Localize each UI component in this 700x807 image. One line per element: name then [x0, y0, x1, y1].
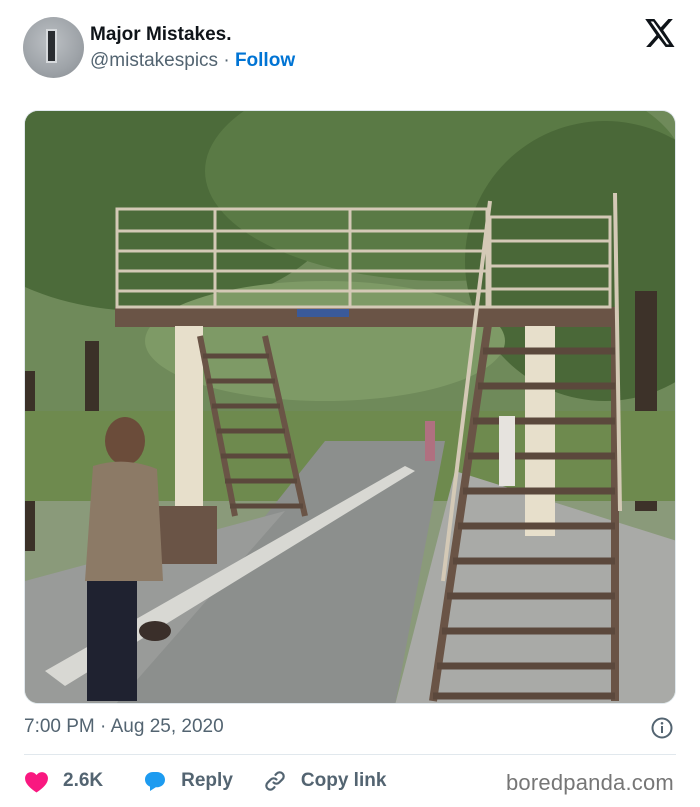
post-header: Major Mistakes. @mistakespics · Follow [0, 0, 700, 100]
meta-separator: · [100, 716, 107, 737]
author-handle[interactable]: @mistakespics [90, 50, 218, 71]
avatar-door-shape [46, 29, 57, 63]
source-watermark: boredpanda.com [506, 770, 674, 795]
handle-separator: · [223, 50, 230, 71]
x-logo-icon[interactable] [645, 19, 676, 47]
copy-link-label: Copy link [300, 770, 387, 791]
reply-label: Reply [181, 770, 233, 791]
post-timestamp[interactable]: 7:00 PM · Aug 25, 2020 [24, 716, 224, 738]
info-icon[interactable] [650, 716, 674, 740]
reply-bubble-icon [145, 772, 166, 791]
post-time: 7:00 PM [24, 716, 95, 737]
heart-icon [25, 771, 48, 793]
author-name[interactable]: Major Mistakes. [90, 24, 232, 46]
follow-button[interactable]: Follow [235, 50, 295, 71]
author-handle-row: @mistakespics · Follow [90, 50, 295, 72]
action-bar: 2.6K Reply Copy link [24, 766, 386, 796]
reply-button[interactable]: Reply [143, 769, 233, 793]
like-button[interactable]: 2.6K [24, 770, 103, 793]
likes-count: 2.6K [63, 770, 104, 791]
photo-overpass-stairs [25, 111, 675, 703]
divider [24, 754, 676, 755]
copy-link-button[interactable]: Copy link [263, 769, 387, 793]
post-date: Aug 25, 2020 [110, 716, 224, 737]
avatar[interactable] [23, 17, 84, 78]
post-photo[interactable] [24, 110, 676, 704]
link-icon [265, 771, 285, 791]
